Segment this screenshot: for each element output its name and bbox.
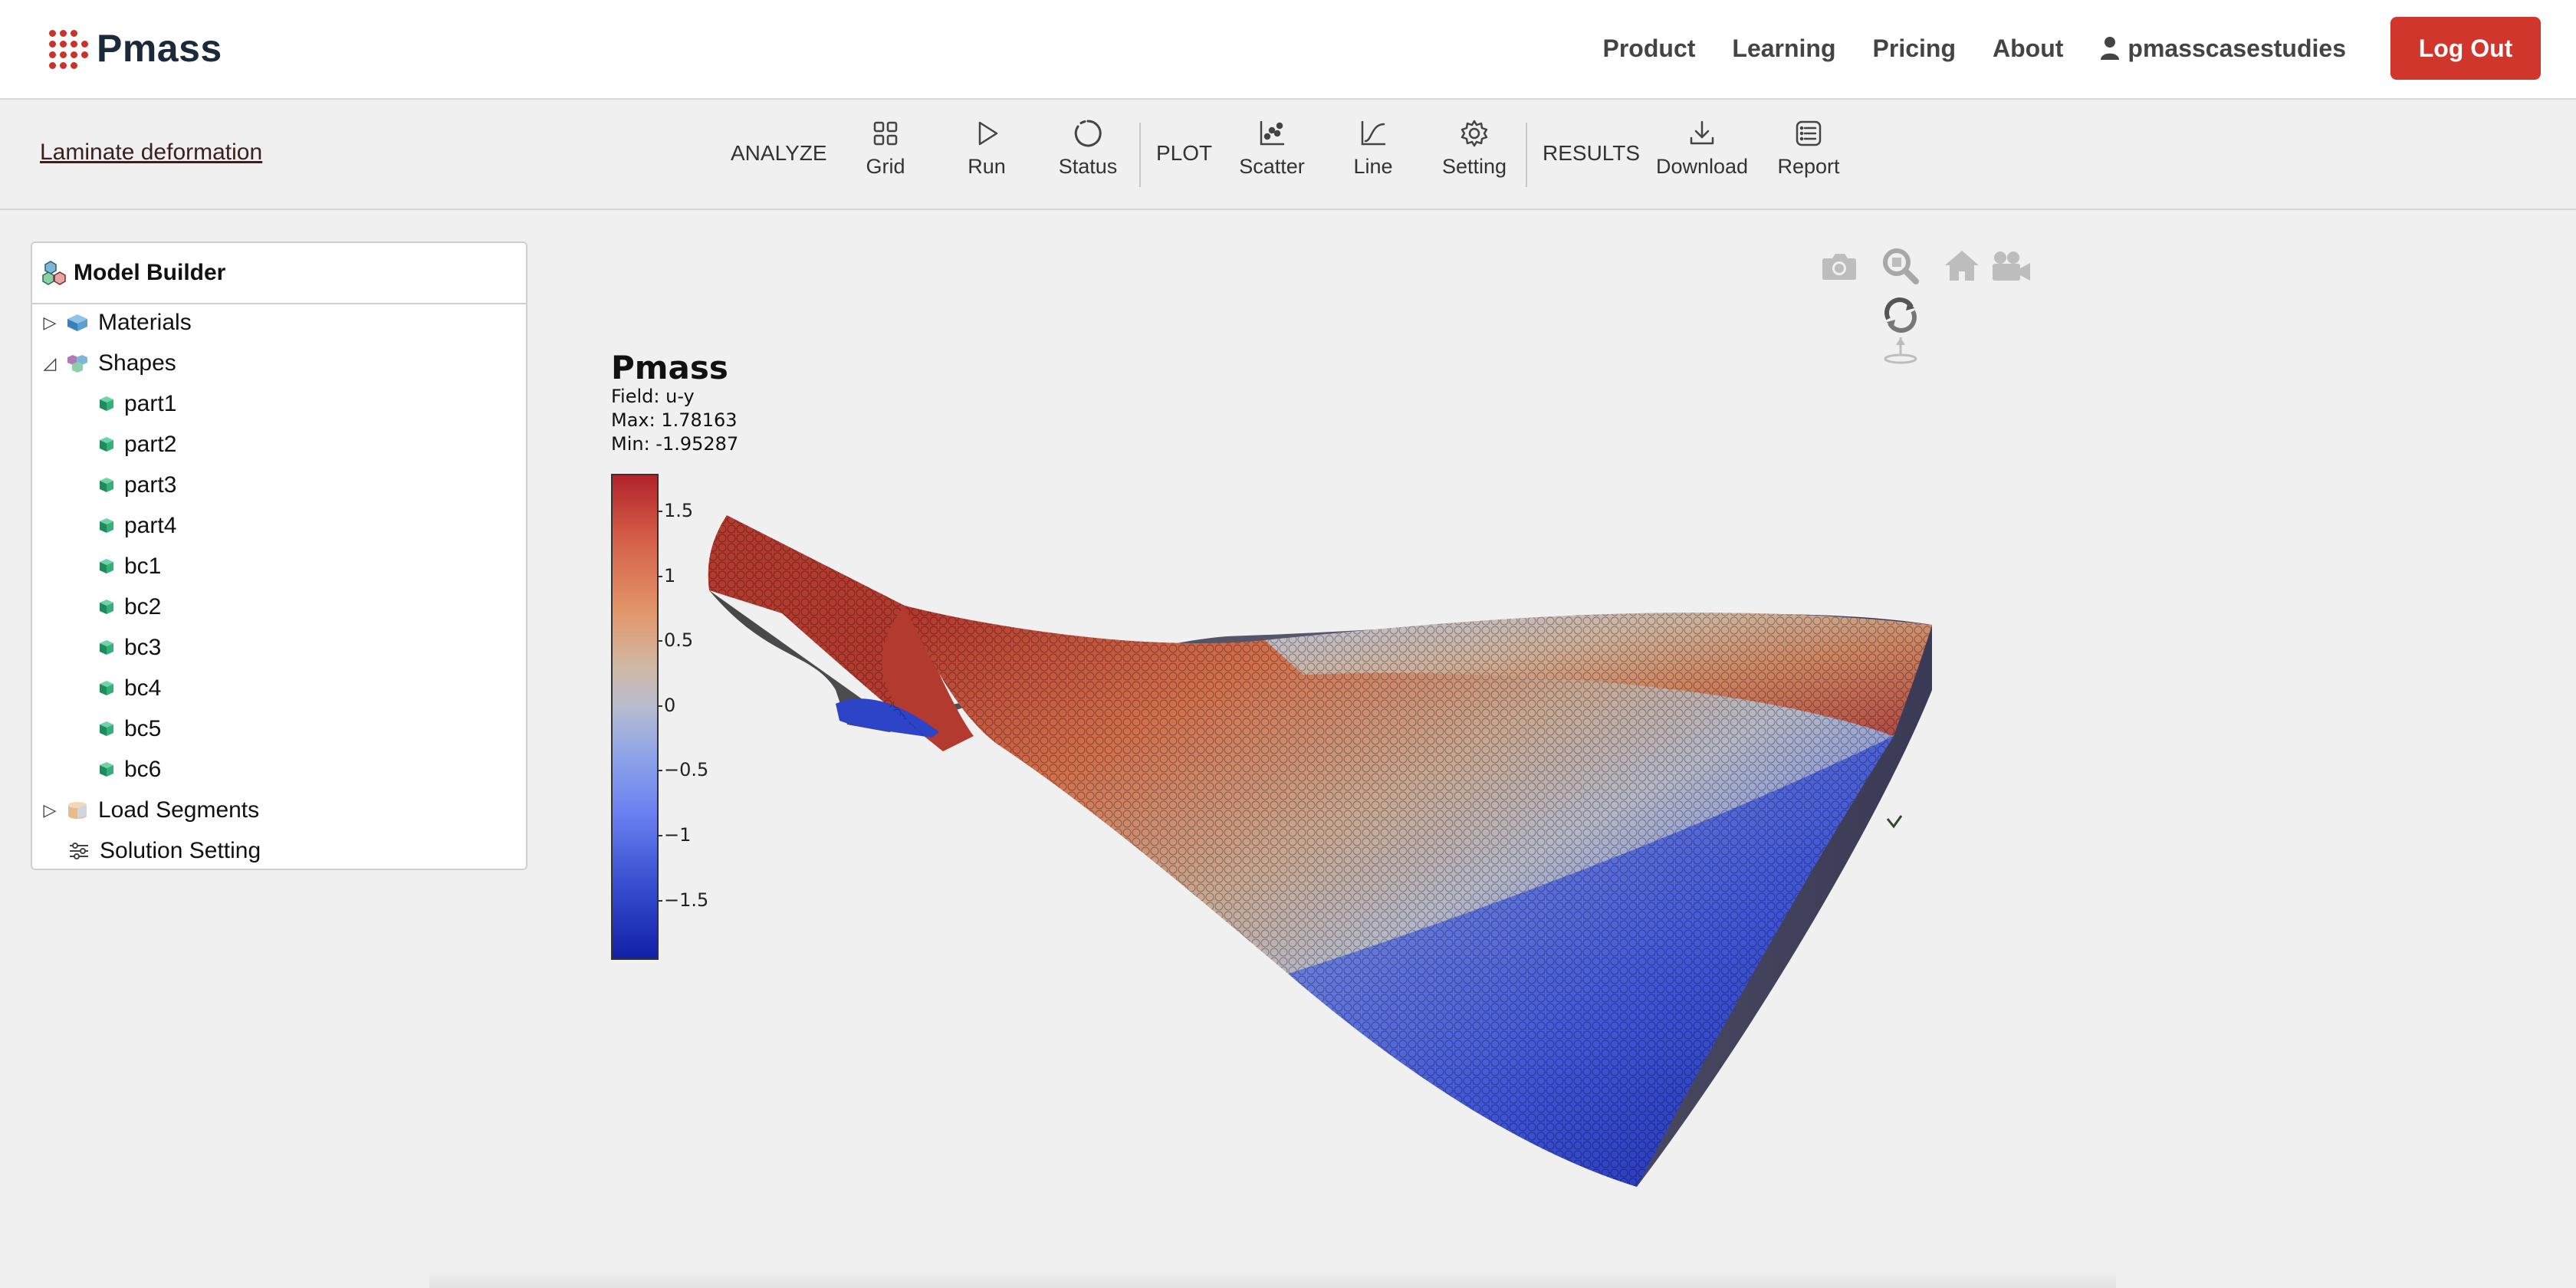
viewer-bottom-edge	[429, 1270, 2116, 1288]
deformation-plot-canvas[interactable]	[0, 0, 2576, 1288]
axis-marker	[1886, 815, 1903, 829]
